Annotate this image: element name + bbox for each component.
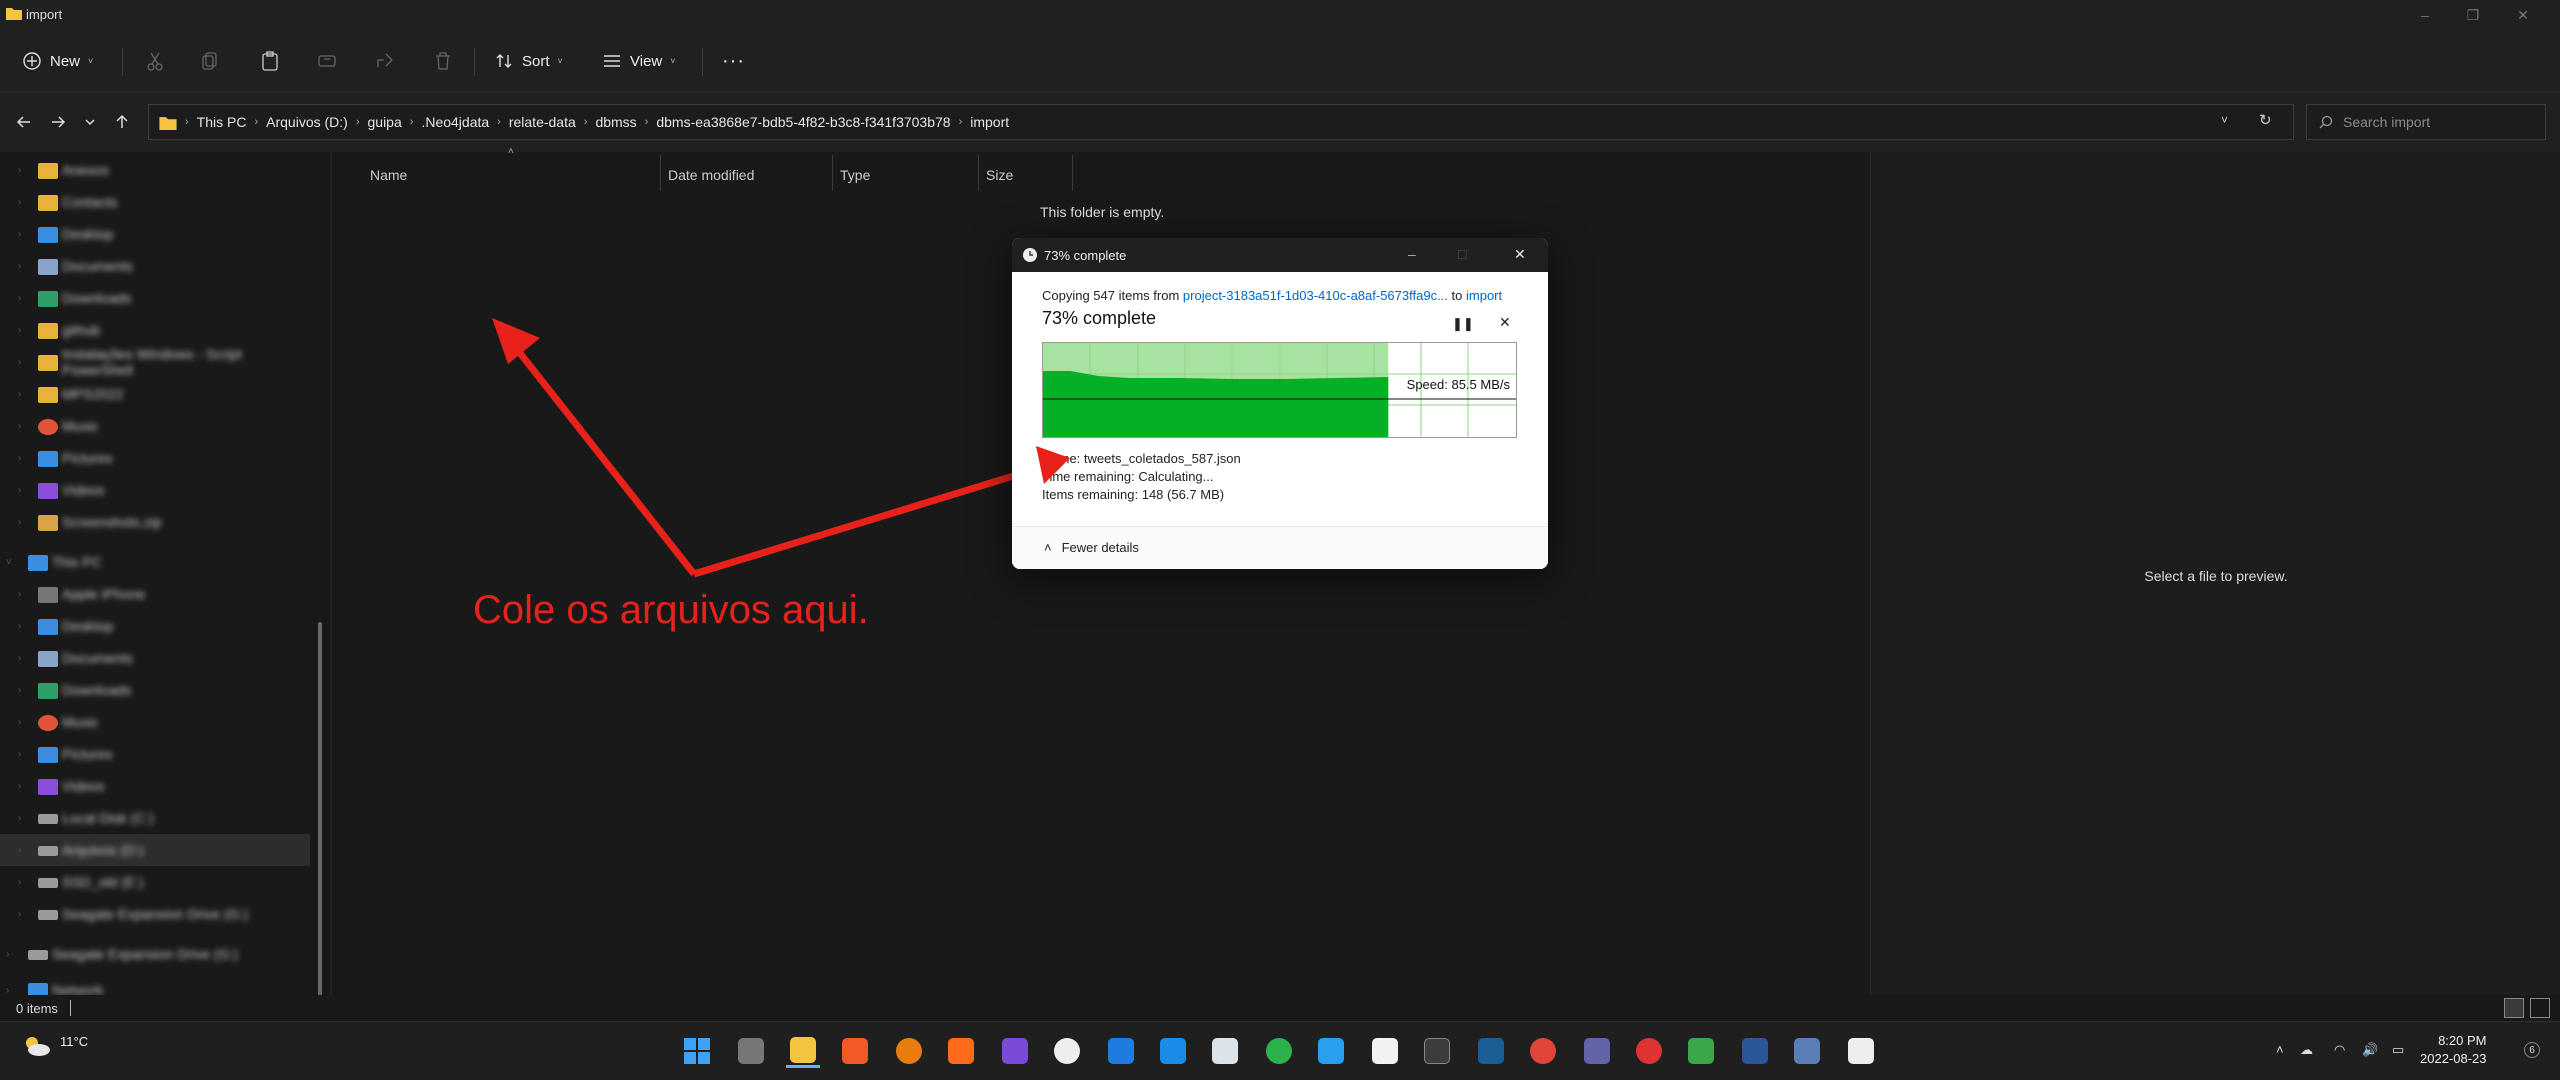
notification-badge-icon[interactable]: 6 [2524,1042,2540,1058]
app-icon [948,1038,974,1064]
taskbar-app-orange[interactable] [944,1034,978,1068]
taskbar-teams[interactable] [1580,1034,1614,1068]
taskbar-app-round[interactable] [1050,1034,1084,1068]
volume-icon[interactable]: 🔊 [2362,1042,2378,1058]
app-icon [1794,1038,1820,1064]
app-icon [1160,1038,1186,1064]
clock-date: 2022-08-23 [2420,1051,2487,1066]
weather-widget[interactable]: 11°C [22,1034,88,1058]
taskbar-app-chart[interactable] [1684,1034,1718,1068]
system-clock[interactable]: 8:20 PM 2022-08-23 [2420,1032,2487,1068]
app-icon [1002,1038,1028,1064]
annotation-text: Cole os arquivos aqui. [473,588,869,632]
file-explorer-icon [790,1036,816,1063]
app-icon [1688,1038,1714,1064]
show-hidden-icons-chevron[interactable]: ˄ [2276,1042,2284,1057]
app-icon [1530,1038,1556,1064]
steam-icon [1478,1038,1504,1064]
taskbar-word[interactable] [1738,1034,1772,1068]
arrowhead-to-dialog [1036,446,1070,484]
terminal-icon [1424,1038,1450,1064]
taskbar-vscode[interactable] [1314,1034,1348,1068]
taskbar-app-box[interactable] [1156,1034,1190,1068]
clock-time: 8:20 PM [2438,1033,2487,1048]
blender-icon [896,1038,922,1064]
taskbar-steam[interactable] [1474,1034,1508,1068]
start-button[interactable] [680,1034,714,1068]
taskbar-app-q[interactable] [1844,1034,1878,1068]
word-icon [1742,1038,1768,1064]
taskbar-notion[interactable] [1368,1034,1402,1068]
app-icon [1212,1038,1238,1064]
vscode-icon [1318,1038,1344,1064]
app-icon [1108,1038,1134,1064]
taskbar-brave[interactable] [838,1034,872,1068]
taskbar-blender[interactable] [892,1034,926,1068]
task-view-icon [738,1038,764,1064]
battery-icon[interactable]: ▭ [2392,1042,2404,1058]
annotation-arrowhead [1036,446,1070,484]
app-icon [1636,1038,1662,1064]
onedrive-icon[interactable]: ☁ [2300,1042,2313,1058]
taskbar-app-c[interactable] [1104,1034,1138,1068]
taskbar-app-pc[interactable] [1790,1034,1824,1068]
app-icon [1054,1038,1080,1064]
app-icon [1848,1038,1874,1064]
taskbar-file-explorer[interactable] [786,1034,820,1068]
wifi-icon[interactable]: ◠ [2334,1042,2345,1058]
weather-temperature: 11°C [60,1034,89,1049]
taskbar-app-ring[interactable] [1262,1034,1296,1068]
taskbar-app-gear[interactable] [1632,1034,1666,1068]
taskbar-app-red[interactable] [1526,1034,1560,1068]
brave-icon [842,1038,868,1064]
taskbar-app-cube[interactable] [1208,1034,1242,1068]
taskbar-app-bars[interactable] [998,1034,1032,1068]
weather-cloud-sun-icon [26,1037,50,1056]
teams-icon [1584,1038,1610,1064]
notion-icon [1372,1038,1398,1064]
app-icon [1266,1038,1292,1064]
taskbar: 11°C ˄ ☁ ◠ 🔊 ▭ 8:20 PM 2022-08-23 6 [0,1021,2560,1080]
taskbar-terminal[interactable] [1420,1034,1454,1068]
task-view-button[interactable] [734,1034,768,1068]
windows-logo-icon [684,1038,710,1064]
